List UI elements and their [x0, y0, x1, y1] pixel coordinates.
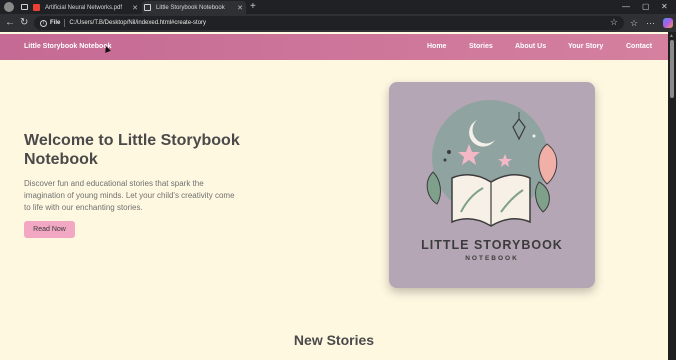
- browser-tab-storybook[interactable]: Little Storybook Notebook ✕: [142, 1, 246, 14]
- scrollbar-thumb[interactable]: [670, 40, 674, 98]
- nav-stories[interactable]: Stories: [469, 43, 493, 50]
- favorites-icon[interactable]: ☆: [630, 17, 638, 29]
- more-options-icon[interactable]: ⋯: [646, 17, 655, 29]
- close-tab-icon[interactable]: ✕: [132, 4, 138, 12]
- copilot-icon[interactable]: [663, 18, 673, 28]
- site-navbar: Little Storybook Notebook Home Stories A…: [0, 34, 668, 60]
- favorite-star-icon[interactable]: ☆: [610, 17, 618, 28]
- cover-subtitle: NOTEBOOK: [465, 255, 519, 262]
- nav-about-us[interactable]: About Us: [515, 43, 546, 50]
- pdf-icon: [33, 4, 40, 11]
- minimize-button[interactable]: —: [622, 1, 630, 13]
- scheme-label: File: [50, 20, 61, 26]
- tab-label: Little Storybook Notebook: [156, 4, 225, 11]
- site-brand[interactable]: Little Storybook Notebook: [24, 43, 112, 50]
- page-icon: [144, 4, 151, 11]
- storybook-cover-image: LITTLE STORYBOOK NOTEBOOK: [389, 82, 595, 288]
- browser-toolbar: ← ↻ i File C:/Users/T.B/Desktop/Nil/inde…: [0, 14, 676, 32]
- nav-home[interactable]: Home: [427, 43, 446, 50]
- back-icon[interactable]: ←: [5, 17, 15, 29]
- tab-actions-icon[interactable]: [21, 4, 28, 10]
- browser-tab-pdf[interactable]: Artificial Neural Networks.pdf ✕: [33, 1, 141, 14]
- new-stories-heading: New Stories: [293, 332, 375, 348]
- new-tab-icon[interactable]: +: [250, 1, 256, 13]
- hero-title: Welcome to Little Storybook Notebook: [24, 132, 240, 168]
- close-tab-icon[interactable]: ✕: [237, 4, 243, 12]
- scroll-up-icon[interactable]: ▲: [669, 33, 674, 39]
- address-bar[interactable]: i File C:/Users/T.B/Desktop/Nil/indexed.…: [34, 16, 624, 30]
- close-window-button[interactable]: ✕: [661, 1, 668, 13]
- hero-description: Discover fun and educational stories tha…: [24, 179, 235, 212]
- divider: [64, 19, 66, 27]
- info-icon[interactable]: i: [40, 19, 47, 27]
- reload-icon[interactable]: ↻: [20, 17, 28, 29]
- page-viewport: Little Storybook Notebook Home Stories A…: [0, 32, 668, 360]
- nav-your-story[interactable]: Your Story: [568, 43, 603, 50]
- nav-contact[interactable]: Contact: [626, 43, 652, 50]
- browser-tab-bar: Artificial Neural Networks.pdf ✕ Little …: [0, 0, 676, 14]
- tab-label: Artificial Neural Networks.pdf: [45, 4, 123, 11]
- cover-title: LITTLE STORYBOOK: [421, 238, 563, 252]
- page-scrollbar[interactable]: ▲: [668, 32, 676, 360]
- read-now-button[interactable]: Read Now: [24, 221, 75, 238]
- maximize-button[interactable]: ▢: [642, 1, 650, 13]
- profile-icon[interactable]: [4, 2, 14, 12]
- url-text[interactable]: C:/Users/T.B/Desktop/Nil/indexed.html#cr…: [69, 20, 206, 26]
